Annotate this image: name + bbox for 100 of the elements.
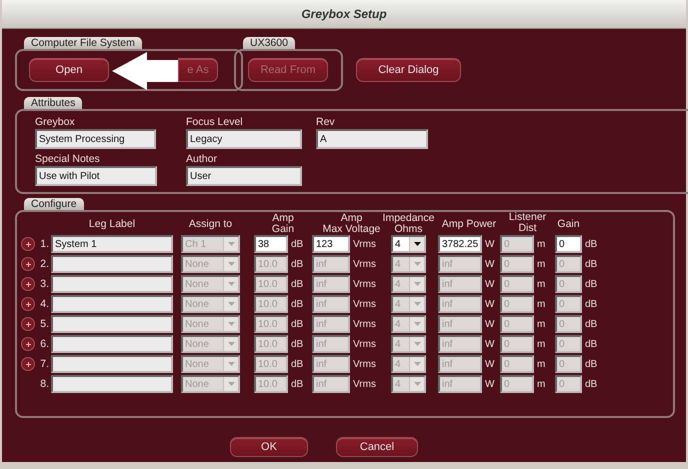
plus-icon — [26, 342, 30, 346]
row-number: 6. — [39, 338, 50, 350]
input-field[interactable]: A — [316, 129, 428, 149]
unit-label: m — [536, 378, 546, 390]
dialog-button[interactable]: OK — [230, 437, 308, 457]
unit-label: dB — [290, 278, 304, 290]
unit-label: Vrms — [352, 298, 377, 310]
unit-label: dB — [584, 278, 598, 290]
unit-label: dB — [584, 338, 598, 350]
column-header: Amp Power — [442, 218, 496, 230]
unit-label: dB — [584, 358, 598, 370]
column-header: Leg Label — [88, 218, 136, 230]
unit-label: W — [484, 298, 496, 310]
row-number: 3. — [39, 278, 50, 290]
input-field[interactable]: User — [186, 166, 302, 186]
plus-icon — [26, 262, 30, 266]
column-header: Amp Gain — [272, 213, 294, 235]
file-button[interactable]: Open — [29, 58, 109, 82]
unit-label: dB — [584, 378, 598, 390]
field-label: Focus Level — [186, 116, 243, 128]
unit-label: W — [484, 358, 496, 370]
plus-icon — [26, 322, 30, 326]
add-button[interactable] — [21, 317, 35, 331]
unit-label: W — [484, 318, 496, 330]
field-label: Author — [186, 153, 217, 165]
input-field[interactable] — [51, 335, 173, 353]
unit-label: dB — [290, 318, 304, 330]
caret-icon — [414, 282, 420, 286]
add-button[interactable] — [21, 337, 35, 351]
input-field[interactable] — [51, 255, 173, 273]
unit-label: Vrms — [352, 338, 377, 350]
input-field[interactable] — [51, 375, 173, 393]
field-label: Greybox — [35, 116, 75, 128]
caret-icon — [414, 262, 420, 266]
add-button[interactable] — [21, 257, 35, 271]
unit-label: dB — [290, 378, 304, 390]
input-field[interactable]: 0 — [555, 235, 582, 253]
unit-label: dB — [584, 258, 598, 270]
unit-label: W — [484, 378, 496, 390]
plus-icon — [26, 302, 30, 306]
add-button[interactable] — [21, 277, 35, 291]
unit-label: m — [536, 238, 546, 250]
input-field[interactable]: System Processing — [35, 129, 156, 149]
unit-label: dB — [290, 258, 304, 270]
input-field[interactable] — [51, 295, 173, 313]
plus-icon — [26, 242, 30, 246]
unit-label: Vrms — [352, 278, 377, 290]
column-header: Impedance Ohms — [382, 213, 434, 235]
unit-label: Vrms — [352, 318, 377, 330]
unit-label: dB — [584, 318, 598, 330]
input-field[interactable]: Use with Pilot — [35, 166, 157, 186]
input-field[interactable] — [51, 355, 173, 373]
plus-icon — [26, 282, 30, 286]
caret-icon — [414, 382, 420, 386]
dropdown[interactable]: 4 — [391, 235, 426, 253]
input-field[interactable]: 3782.25 — [438, 235, 482, 253]
row-number: 5. — [39, 318, 50, 330]
input-field[interactable]: System 1 — [51, 235, 173, 253]
plus-icon — [26, 362, 30, 366]
row-number: 4. — [39, 298, 50, 310]
unit-label: dB — [584, 238, 598, 250]
clear-dialog-button[interactable]: Clear Dialog — [356, 58, 461, 82]
caret-icon — [228, 342, 234, 346]
unit-label: dB — [584, 298, 598, 310]
column-header: Assign to — [188, 218, 232, 230]
row-number: 2. — [39, 258, 50, 270]
caret-icon — [228, 262, 234, 266]
unit-label: W — [484, 258, 496, 270]
input-field[interactable]: Legacy — [186, 129, 302, 149]
row-number: 7. — [39, 358, 50, 370]
add-button[interactable] — [21, 297, 35, 311]
unit-label: Vrms — [352, 378, 377, 390]
input-field[interactable]: 38 — [254, 235, 288, 253]
unit-label: dB — [290, 238, 304, 250]
caret-icon — [228, 322, 234, 326]
unit-label: m — [536, 358, 546, 370]
unit-label: m — [536, 278, 546, 290]
add-button[interactable] — [21, 237, 35, 251]
column-header: Amp Max Voltage — [322, 213, 380, 235]
window-title: Greybox Setup — [301, 7, 387, 21]
field-label: Rev — [316, 116, 335, 128]
caret-icon — [414, 302, 420, 306]
caret-icon — [414, 242, 420, 246]
dialog-button[interactable]: Cancel — [336, 437, 418, 457]
caret-icon — [414, 362, 420, 366]
input-field[interactable] — [51, 315, 173, 333]
input-field[interactable] — [51, 275, 173, 293]
caret-icon — [228, 282, 234, 286]
unit-label: m — [536, 258, 546, 270]
input-field[interactable]: 123 — [312, 235, 350, 253]
unit-label: W — [484, 278, 496, 290]
add-button[interactable] — [21, 357, 35, 371]
field-label: Special Notes — [35, 153, 100, 165]
unit-label: m — [536, 318, 546, 330]
unit-label: W — [484, 338, 496, 350]
caret-icon — [414, 342, 420, 346]
caret-icon — [228, 362, 234, 366]
column-header: Gain — [557, 218, 580, 230]
unit-label: dB — [290, 358, 304, 370]
caret-icon — [228, 242, 234, 246]
